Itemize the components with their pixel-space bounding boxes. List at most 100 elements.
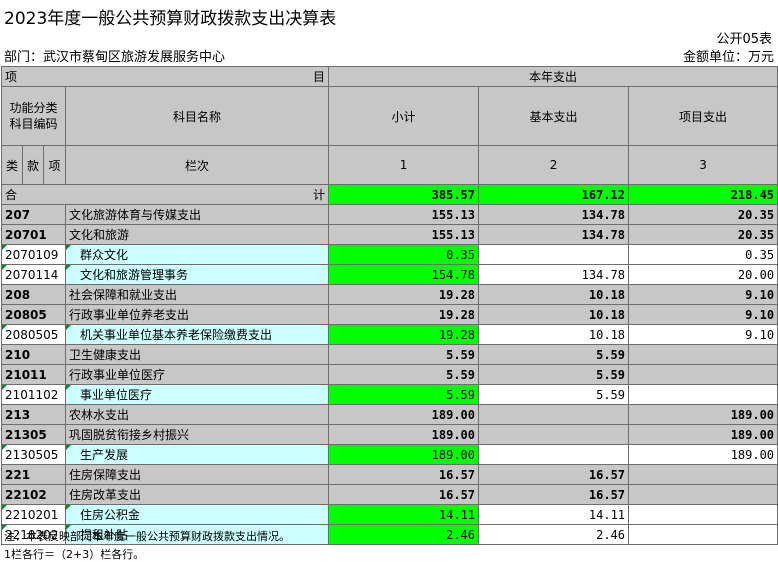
row-subtotal-cell: 189.00	[328, 404, 480, 425]
table-formula-note: 1栏各行＝（2+3）栏各行。	[4, 548, 145, 561]
row-project-cell: 0.35	[628, 244, 778, 265]
row-code-cell: 20805	[1, 304, 66, 325]
row-basic-cell: 5.59	[478, 384, 630, 405]
row-name-cell: 行政事业单位养老支出	[64, 304, 330, 325]
subject-name-header: 科目名称	[64, 86, 330, 146]
header-row-1: 项 目 本年支出	[0, 66, 778, 87]
row-project-cell: 189.00	[628, 404, 778, 425]
col-3-label: 3	[628, 145, 778, 185]
row-subtotal-cell: 0.35	[328, 244, 480, 265]
total-label-ji: 计	[313, 188, 326, 202]
func-code-header: 功能分类 科目编码	[1, 86, 66, 146]
row-code-cell: 2210201	[1, 504, 66, 525]
row-code-cell: 21011	[1, 364, 66, 385]
row-basic-cell: 16.57	[478, 464, 630, 485]
kuan-header: 款	[22, 145, 44, 185]
total-project: 218.45	[628, 184, 778, 205]
row-subtotal-cell: 154.78	[328, 264, 480, 285]
table-row: 2080505 机关事业单位基本养老保险缴费支出 19.28 10.18 9.10	[1, 324, 778, 345]
row-project-cell: 9.10	[628, 304, 778, 325]
row-subtotal-cell: 5.59	[328, 364, 480, 385]
col-1-label: 1	[328, 145, 480, 185]
col-label: 栏次	[64, 145, 330, 185]
row-subtotal-cell: 19.28	[328, 304, 480, 325]
row-basic-cell: 134.78	[478, 224, 630, 245]
row-project-cell: 9.10	[628, 284, 778, 305]
row-code-cell: 210	[1, 344, 66, 365]
header-row-2: 功能分类 科目编码 科目名称 小计 基本支出 项目支出	[1, 86, 778, 146]
row-name-cell: 卫生健康支出	[64, 344, 330, 365]
table-row: 208 社会保障和就业支出 19.28 10.18 9.10	[1, 284, 778, 305]
row-project-cell	[628, 344, 778, 365]
row-name-cell: 住房保障支出	[64, 464, 330, 485]
row-code-cell: 2070114	[1, 264, 66, 285]
row-name-cell: 行政事业单位医疗	[64, 364, 330, 385]
row-project-cell: 9.10	[628, 324, 778, 345]
row-subtotal-cell: 14.11	[328, 504, 480, 525]
row-code-cell: 2080505	[1, 324, 66, 345]
row-code-cell: 207	[1, 204, 66, 225]
row-basic-cell	[478, 424, 630, 445]
table-note: 注：本表反映部门本年度一般公共预算财政拨款支出情况。	[4, 530, 290, 543]
row-subtotal-cell: 16.57	[328, 464, 480, 485]
current-year-header: 本年支出	[328, 66, 778, 87]
row-basic-cell: 5.59	[478, 344, 630, 365]
xiang-header: 项	[43, 145, 66, 185]
table-row: 213 农林水支出 189.00 189.00	[1, 404, 778, 425]
table-row: 221 住房保障支出 16.57 16.57	[1, 464, 778, 485]
form-number: 公开05表	[716, 32, 772, 47]
row-code-cell: 21305	[1, 424, 66, 445]
row-project-cell	[628, 384, 778, 405]
basic-header: 基本支出	[478, 86, 630, 146]
department-label: 部门：武汉市蔡甸区旅游发展服务中心	[4, 50, 226, 65]
row-name-cell: 文化和旅游管理事务	[64, 264, 330, 285]
table-body: 项 目 本年支出 功能分类 科目编码 科目名称 小计 基本支出 项目支出 类 款…	[0, 66, 778, 545]
col-2-label: 2	[478, 145, 630, 185]
row-subtotal-cell: 5.59	[328, 384, 480, 405]
row-name-cell: 住房公积金	[64, 504, 330, 525]
item-header-xiang: 项	[5, 70, 18, 84]
table-row: 20805 行政事业单位养老支出 19.28 10.18 9.10	[1, 304, 778, 325]
row-name-cell: 文化和旅游	[64, 224, 330, 245]
lei-header: 类	[1, 145, 23, 185]
row-basic-cell: 10.18	[478, 284, 630, 305]
table-row: 210 卫生健康支出 5.59 5.59	[1, 344, 778, 365]
row-name-cell: 事业单位医疗	[64, 384, 330, 405]
item-header-cell: 项 目	[0, 66, 330, 87]
row-code-cell: 20701	[1, 224, 66, 245]
row-code-cell: 2101102	[1, 384, 66, 405]
total-basic: 167.12	[478, 184, 630, 205]
row-basic-cell: 14.11	[478, 504, 630, 525]
table-row: 20701 文化和旅游 155.13 134.78 20.35	[1, 224, 778, 245]
row-name-cell: 生产发展	[64, 444, 330, 465]
report-title: 2023年度一般公共预算财政拨款支出决算表	[4, 9, 337, 29]
table-row: 2130505 生产发展 189.00 189.00	[1, 444, 778, 465]
row-project-cell: 189.00	[628, 444, 778, 465]
expenditure-table: 项 目 本年支出 功能分类 科目编码 科目名称 小计 基本支出 项目支出 类 款…	[0, 66, 778, 545]
row-code-cell: 208	[1, 284, 66, 305]
table-row: 207 文化旅游体育与传媒支出 155.13 134.78 20.35	[1, 204, 778, 225]
row-project-cell	[628, 524, 778, 545]
project-header: 项目支出	[628, 86, 778, 146]
total-label-he: 合	[5, 188, 18, 202]
table-row: 2210201 住房公积金 14.11 14.11	[1, 504, 778, 525]
row-subtotal-cell: 5.59	[328, 344, 480, 365]
item-header-mu: 目	[313, 70, 326, 84]
row-subtotal-cell: 16.57	[328, 484, 480, 505]
row-subtotal-cell: 155.13	[328, 204, 480, 225]
row-subtotal-cell: 19.28	[328, 324, 480, 345]
row-basic-cell	[478, 244, 630, 265]
amount-unit-label: 金额单位：万元	[682, 50, 774, 65]
table-row: 21011 行政事业单位医疗 5.59 5.59	[1, 364, 778, 385]
table-row: 22102 住房改革支出 16.57 16.57	[1, 484, 778, 505]
row-code-cell: 2070109	[1, 244, 66, 265]
subtotal-header: 小计	[328, 86, 480, 146]
row-project-cell	[628, 484, 778, 505]
table-row: 21305 巩固脱贫衔接乡村振兴 189.00 189.00	[1, 424, 778, 445]
row-name-cell: 机关事业单位基本养老保险缴费支出	[64, 324, 330, 345]
table-row: 2070114 文化和旅游管理事务 154.78 134.78 20.00	[1, 264, 778, 285]
row-basic-cell: 5.59	[478, 364, 630, 385]
row-basic-cell: 134.78	[478, 204, 630, 225]
row-subtotal-cell: 2.46	[328, 524, 480, 545]
total-label-cell: 合 计	[0, 184, 330, 205]
